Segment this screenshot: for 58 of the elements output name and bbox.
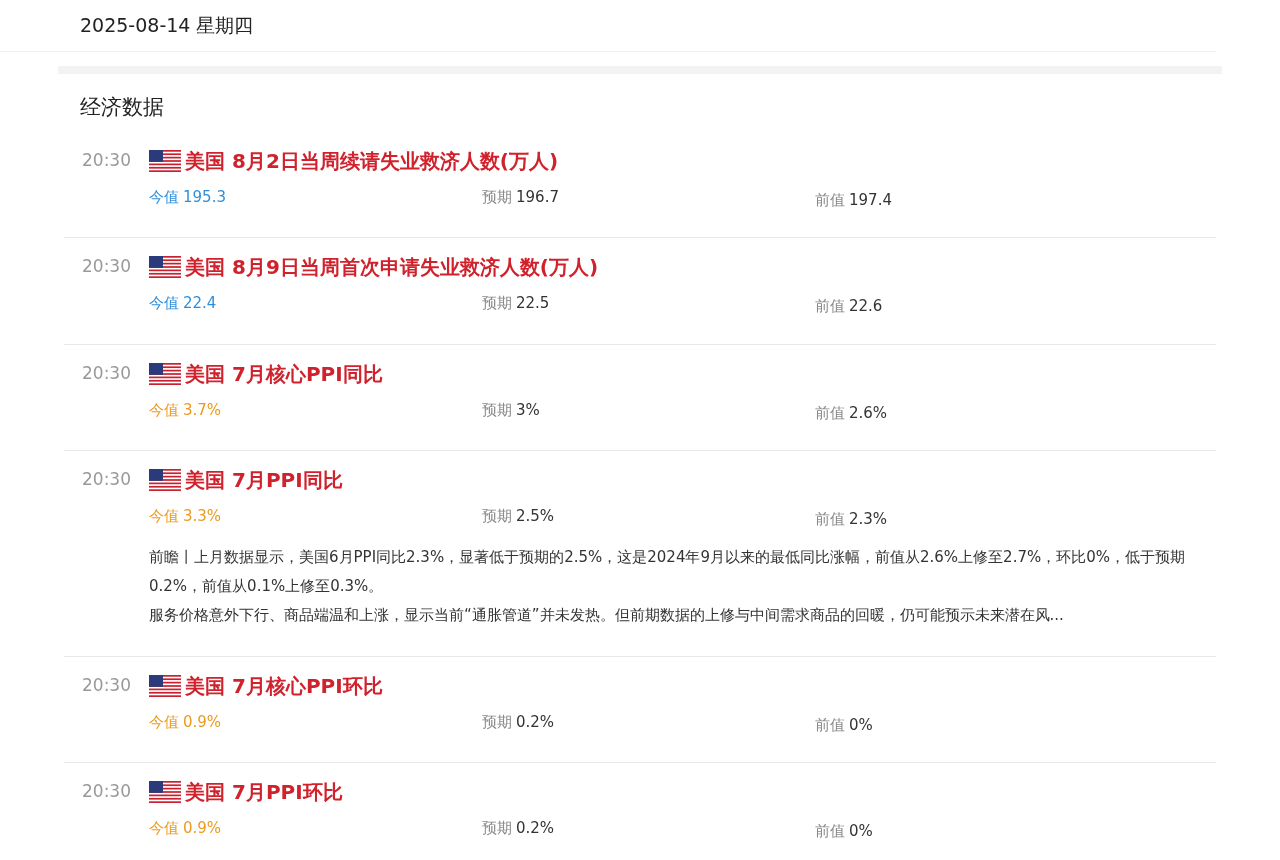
previous-value: 2.6% — [849, 402, 888, 424]
forecast-value: 22.5 — [516, 293, 550, 314]
forecast-label: 预期 — [482, 506, 512, 527]
event-title[interactable]: 美国 7月PPI同比 — [185, 465, 343, 495]
us-flag-icon — [149, 362, 181, 385]
actual-label: 今值 — [149, 399, 179, 421]
actual-value: 0.9% — [183, 818, 222, 839]
event-time: 20:30 — [82, 674, 131, 695]
forecast-value: 0.2% — [516, 711, 555, 733]
actual-label: 今值 — [149, 186, 179, 208]
previous-label: 前值 — [815, 714, 845, 736]
event-title[interactable]: 美国 8月9日当周首次申请失业救济人数(万人) — [185, 252, 599, 282]
forecast-label: 预期 — [482, 818, 512, 839]
previous-value: 197.4 — [849, 189, 892, 211]
forecast-value: 196.7 — [516, 186, 559, 208]
actual-label: 今值 — [149, 711, 179, 733]
event-title[interactable]: 美国 8月2日当周续请失业救济人数(万人) — [185, 145, 559, 176]
forecast-label: 预期 — [482, 186, 512, 208]
actual-value: 22.4 — [183, 293, 217, 314]
event-time: 20:30 — [82, 469, 131, 489]
actual-label: 今值 — [149, 818, 179, 839]
previous-label: 前值 — [815, 402, 845, 424]
preview-paragraph: 前瞻丨上月数据显示，美国6月PPI同比2.3%，显著低于预期的2.5%，这是2024年9月以来的最低同比涨幅，前值从2.6%上修至2.7%，环比0%，低于预期0.2%，前值从0.1%上修至0.3%。 — [149, 546, 1186, 597]
us-flag-icon — [149, 674, 181, 697]
section-title: 经济数据 — [80, 95, 164, 119]
forecast-label: 预期 — [482, 293, 512, 314]
forecast-value: 0.2% — [516, 818, 555, 839]
event-time: 20:30 — [82, 149, 131, 170]
event-title[interactable]: 美国 7月核心PPI同比 — [185, 358, 383, 389]
event-time: 20:30 — [82, 256, 131, 276]
forecast-label: 预期 — [482, 711, 512, 733]
previous-value: 2.3% — [849, 509, 888, 530]
preview-paragraph: 服务价格意外下行、商品端温和上涨，显示当前“通胀管道”并未发热。但前期数据的上修与中间需求商品的回暖，仍可能预示未来潜在风... — [149, 604, 1065, 626]
us-flag-icon — [149, 469, 181, 491]
event-title[interactable]: 美国 7月PPI环比 — [185, 777, 343, 807]
previous-value: 0% — [849, 821, 873, 842]
forecast-value: 2.5% — [516, 506, 555, 527]
actual-value: 195.3 — [183, 186, 226, 208]
us-flag-icon — [149, 256, 181, 278]
event-time: 20:30 — [82, 362, 131, 383]
actual-value: 3.7% — [183, 399, 222, 421]
actual-value: 3.3% — [183, 506, 222, 527]
previous-value: 0% — [849, 714, 873, 736]
event-time: 20:30 — [82, 781, 131, 801]
us-flag-icon — [149, 781, 181, 803]
actual-label: 今值 — [149, 293, 179, 314]
previous-label: 前值 — [815, 509, 845, 530]
previous-value: 22.6 — [849, 296, 883, 317]
actual-label: 今值 — [149, 506, 179, 527]
us-flag-icon — [149, 149, 181, 172]
forecast-value: 3% — [516, 399, 540, 421]
event-title[interactable]: 美国 7月核心PPI环比 — [185, 670, 383, 701]
date-heading: 2025-08-14 星期四 — [80, 13, 254, 39]
forecast-label: 预期 — [482, 399, 512, 421]
actual-value: 0.9% — [183, 711, 222, 733]
previous-label: 前值 — [815, 296, 845, 317]
previous-label: 前值 — [815, 821, 845, 842]
previous-label: 前值 — [815, 189, 845, 211]
